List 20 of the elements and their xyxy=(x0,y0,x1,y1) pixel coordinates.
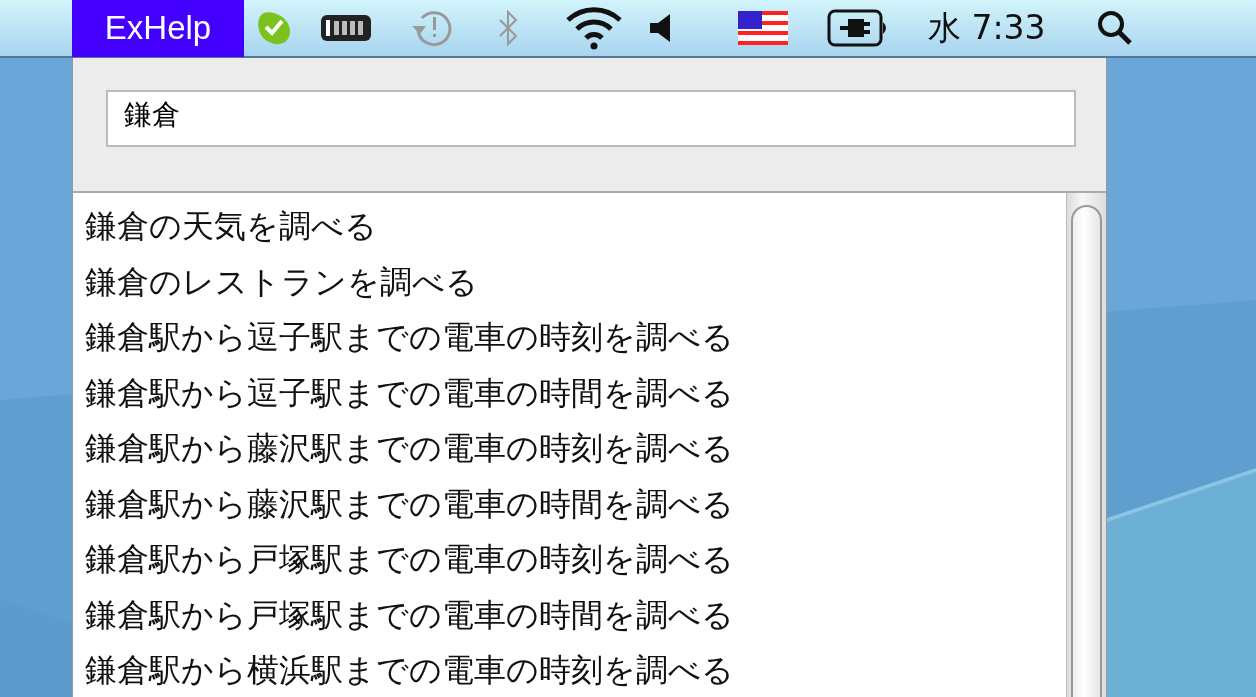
clock[interactable]: 水 7:33 xyxy=(928,5,1046,51)
search-field[interactable]: 鎌倉 xyxy=(106,90,1076,147)
suggestion-item[interactable]: 鎌倉の天気を調べる xyxy=(85,199,1066,255)
suggestion-item[interactable]: 鎌倉駅から藤沢駅までの電車の時刻を調べる xyxy=(85,421,1066,477)
suggestion-item[interactable]: 鎌倉駅から藤沢駅までの電車の時間を調べる xyxy=(85,476,1066,532)
suggestion-item[interactable]: 鎌倉のレストランを調べる xyxy=(85,254,1066,310)
suggestion-item[interactable]: 鎌倉駅から逗子駅までの電車の時間を調べる xyxy=(85,365,1066,421)
suggestion-item[interactable]: 鎌倉駅から戸塚駅までの電車の時刻を調べる xyxy=(85,532,1066,588)
suggestion-item[interactable]: 鎌倉駅から戸塚駅までの電車の時間を調べる xyxy=(85,587,1066,643)
battery-icon[interactable] xyxy=(320,13,372,43)
scrollbar-thumb[interactable] xyxy=(1071,205,1102,697)
search-icon[interactable] xyxy=(1095,9,1134,47)
app-menu[interactable]: ExHelp xyxy=(72,0,244,57)
suggestion-item[interactable]: 鎌倉駅から逗子駅までの電車の時刻を調べる xyxy=(85,310,1066,366)
chat-check-icon[interactable] xyxy=(256,10,292,46)
wifi-icon[interactable] xyxy=(564,6,624,50)
flag-icon[interactable] xyxy=(738,11,788,45)
suggestion-item[interactable]: 鎌倉駅から横浜駅までの電車の時刻を調べる xyxy=(85,643,1066,697)
scrollbar[interactable] xyxy=(1066,193,1106,697)
speaker-icon[interactable] xyxy=(648,11,672,45)
